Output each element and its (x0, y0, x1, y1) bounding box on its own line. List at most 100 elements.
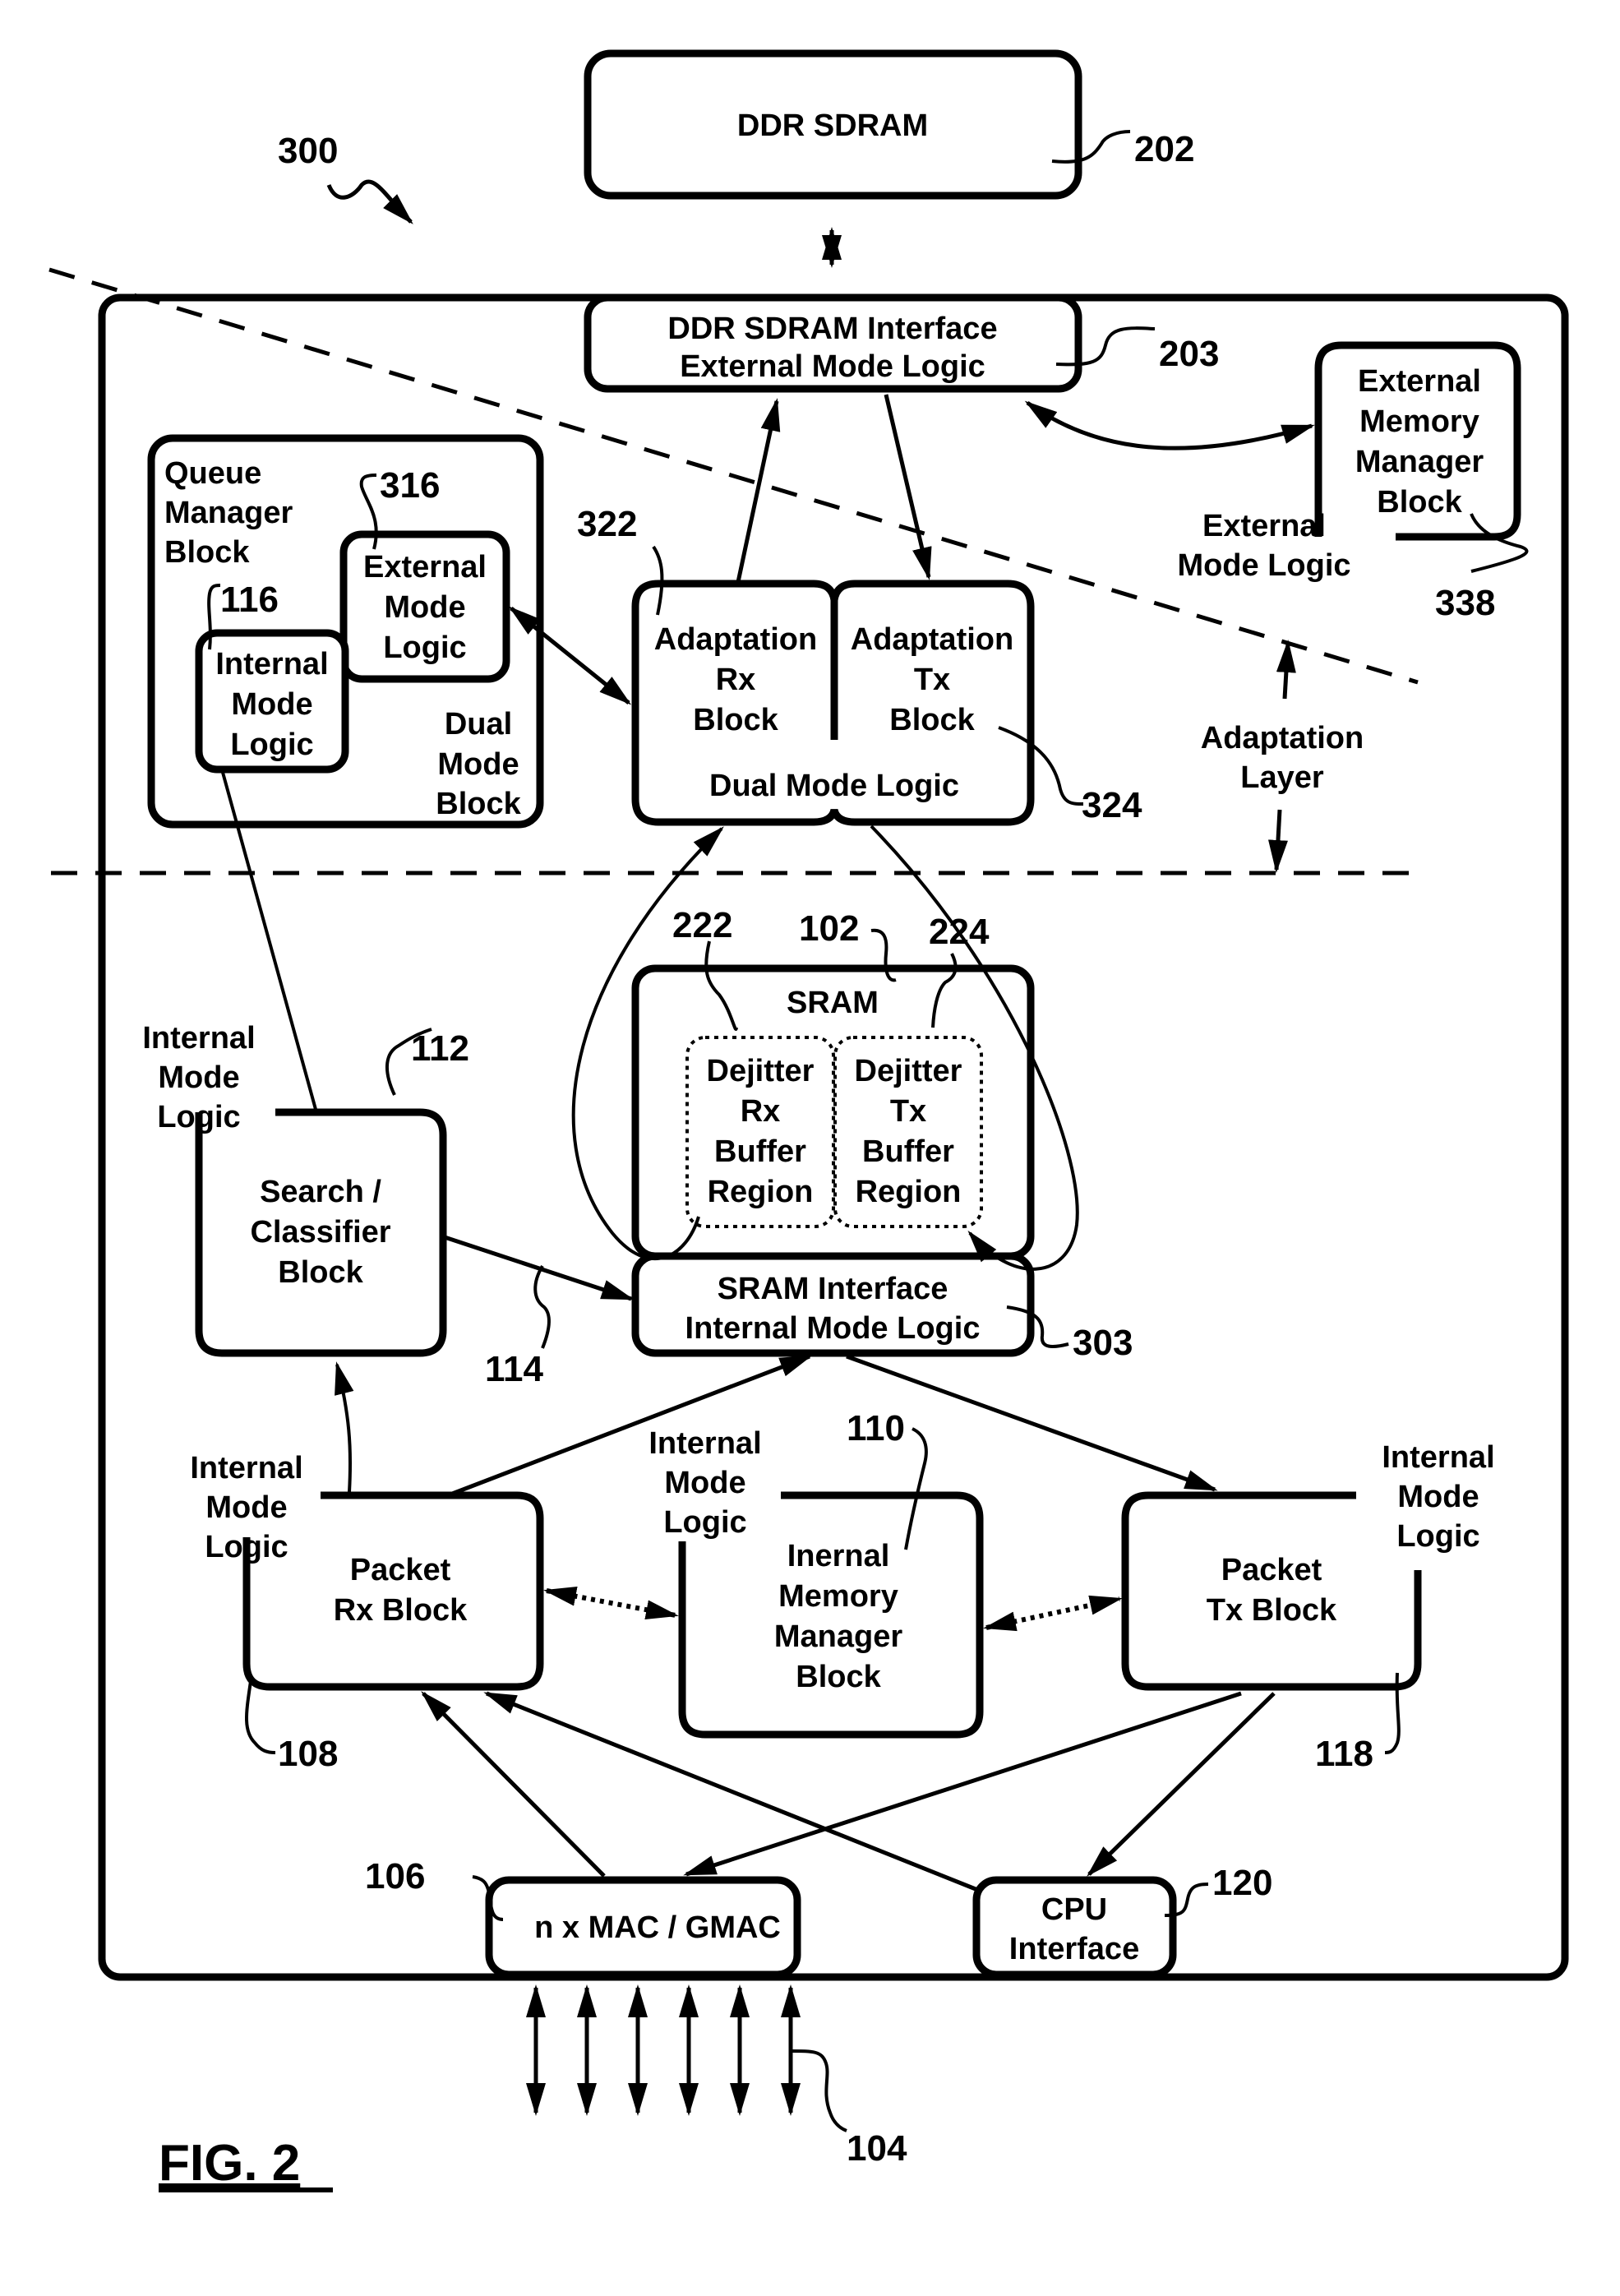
search-line-1: Search / (260, 1175, 381, 1209)
qm-external-line-1: External (363, 550, 487, 584)
sram-interface-line-1: SRAM Interface (718, 1272, 948, 1306)
ref-106: 106 (365, 1856, 425, 1896)
dejitter-tx-line-2: Tx (890, 1094, 926, 1129)
ref-102: 102 (799, 908, 859, 949)
int-mem-mgr-line-2: Memory (778, 1579, 898, 1614)
int-mem-mgr-line-3: Manager (774, 1619, 902, 1654)
dual-mode-block-line-3: Block (436, 787, 521, 821)
adaptation-layer-line-2: Layer (1240, 760, 1324, 795)
adapt-dual-mode-label: Dual Mode Logic (709, 769, 959, 803)
block-diagram: 300 DDR SDRAM 202 DDR SDRAM Interface Ex… (48, 49, 1569, 2192)
qm-internal-line-3: Logic (230, 728, 313, 762)
ref-202: 202 (1134, 129, 1194, 169)
ref-114-leader (533, 1264, 551, 1349)
search-side-line-2: Mode (158, 1060, 239, 1095)
dejitter-rx-line-2: Rx (741, 1094, 781, 1129)
mac-port-arrows (526, 1984, 801, 2116)
dejitter-rx-line-1: Dejitter (707, 1054, 815, 1088)
packet-rx-line-1: Packet (350, 1553, 451, 1587)
ref-110: 110 (847, 1408, 905, 1448)
qm-external-line-3: Logic (383, 631, 466, 665)
system-ref-arrow (326, 179, 413, 224)
ddr-sdram-label: DDR SDRAM (737, 109, 928, 143)
adapt-rx-to-ddr-arrow (736, 398, 781, 583)
queue-manager-line-2: Manager (164, 496, 293, 530)
ref-114: 114 (485, 1349, 544, 1389)
ext-mem-side-line-2: Mode Logic (1177, 548, 1350, 583)
ref-322: 322 (577, 504, 637, 544)
queue-manager-line-3: Block (164, 535, 250, 570)
dual-mode-block-line-2: Mode (437, 747, 519, 782)
ddr-interface-line-1: DDR SDRAM Interface (667, 312, 997, 346)
search-to-sram-arrow (444, 1235, 635, 1301)
packet-rx-block (242, 1491, 544, 1691)
search-line-2: Classifier (250, 1215, 390, 1250)
system-ref-label: 300 (278, 131, 338, 171)
adaptation-layer-line-1: Adaptation (1201, 721, 1364, 755)
ref-118: 118 (1315, 1734, 1373, 1774)
adaptation-layer-up-arrow (1276, 640, 1296, 700)
int-mem-mgr-line-1: Inernal (787, 1539, 890, 1573)
sram-interface-line-2: Internal Mode Logic (685, 1311, 981, 1346)
ref-104: 104 (847, 2128, 907, 2169)
dejitter-tx-line-4: Region (856, 1175, 962, 1209)
dejitter-rx-line-4: Region (708, 1175, 814, 1209)
int-mem-side-line-2: Mode (664, 1466, 745, 1500)
packet-tx-to-cpu-arrow (1087, 1692, 1276, 1877)
search-line-3: Block (278, 1255, 363, 1290)
adapt-rx-line-2: Rx (716, 663, 756, 697)
ext-mem-mgr-line-1: External (1358, 364, 1481, 399)
packet-tx-side-line-2: Mode (1397, 1480, 1479, 1514)
mac-label: n x MAC / GMAC (534, 1910, 781, 1945)
adaptation-layer-down-arrow (1267, 809, 1288, 873)
ddr-to-adapt-tx-arrow (884, 394, 932, 580)
packet-tx-line-2: Tx Block (1207, 1593, 1337, 1628)
search-side-line-1: Internal (142, 1021, 255, 1056)
packet-rx-to-search-arrow (335, 1361, 354, 1493)
ref-222: 222 (672, 905, 732, 945)
ddr-interface-line-2: External Mode Logic (680, 349, 985, 384)
adapt-tx-line-2: Tx (914, 663, 950, 697)
ref-303: 303 (1073, 1323, 1133, 1363)
packet-rx-mem-mgr-link (543, 1586, 679, 1620)
qm-internal-line-2: Mode (231, 687, 312, 722)
queue-manager-line-1: Queue (164, 456, 261, 491)
dejitter-tx-line-1: Dejitter (855, 1054, 962, 1088)
packet-tx-block (1121, 1491, 1422, 1691)
ref-316: 316 (380, 465, 440, 506)
mac-to-packet-rx-arrow (421, 1691, 606, 1878)
int-mem-side-line-3: Logic (663, 1505, 746, 1540)
sram-title: SRAM (787, 986, 879, 1020)
packet-rx-side-line-1: Internal (190, 1451, 302, 1485)
ref-338: 338 (1435, 583, 1495, 623)
dual-mode-block-line-1: Dual (445, 707, 512, 741)
ddr-ext-mem-arrow (1024, 400, 1315, 450)
ref-104-leader (790, 2049, 847, 2132)
figure-label: FIG. 2 (159, 2135, 300, 2192)
ref-120: 120 (1212, 1863, 1272, 1903)
dejitter-tx-line-3: Buffer (862, 1134, 954, 1169)
ref-324: 324 (1082, 785, 1142, 825)
packet-tx-line-1: Packet (1221, 1553, 1322, 1587)
ref-108: 108 (278, 1734, 338, 1774)
ext-mem-mgr-line-2: Memory (1359, 404, 1479, 439)
adapt-tx-line-3: Block (889, 703, 975, 737)
ref-108-leader (245, 1680, 276, 1754)
ext-mem-mgr-line-3: Manager (1355, 445, 1484, 479)
packet-rx-side-line-3: Logic (205, 1530, 288, 1564)
ext-mem-side-line-1: External (1202, 509, 1326, 543)
ref-112: 112 (411, 1028, 469, 1069)
cpu-line-1: CPU (1041, 1892, 1107, 1927)
packet-tx-side-line-1: Internal (1382, 1440, 1494, 1475)
ref-116: 116 (220, 580, 279, 620)
search-side-line-3: Logic (157, 1100, 240, 1134)
adapt-rx-line-3: Block (693, 703, 778, 737)
int-mem-side-line-1: Internal (648, 1426, 761, 1461)
ext-mem-mgr-line-4: Block (1377, 485, 1462, 520)
adapt-rx-line-1: Adaptation (654, 622, 817, 657)
packet-rx-side-line-2: Mode (205, 1490, 287, 1525)
cpu-line-2: Interface (1009, 1932, 1139, 1966)
int-mem-mgr-line-4: Block (796, 1660, 881, 1694)
packet-tx-side-line-3: Logic (1396, 1519, 1479, 1554)
qm-internal-line-1: Internal (215, 647, 328, 681)
